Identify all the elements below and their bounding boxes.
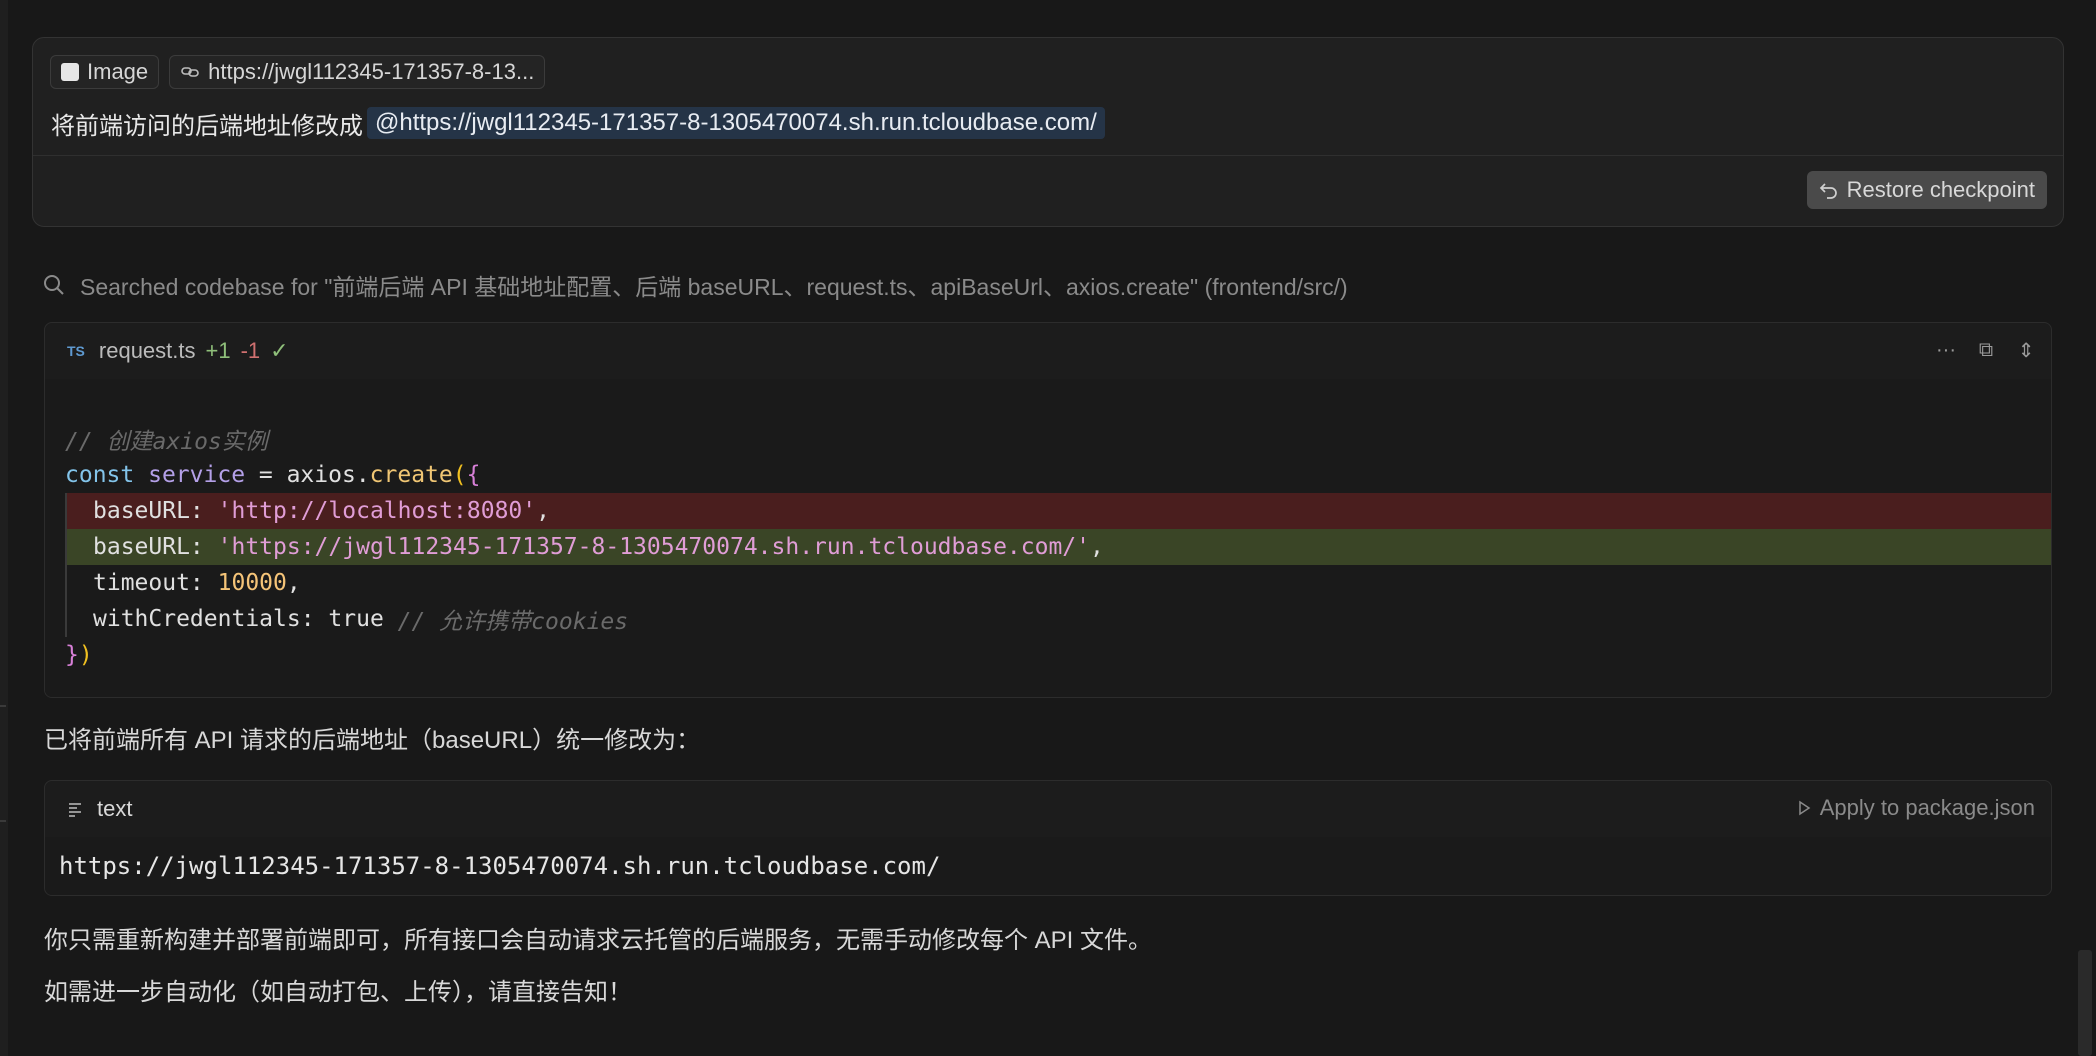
search-text: Searched codebase for "前端后端 API 基础地址配置、后… bbox=[80, 274, 1348, 300]
code-line: timeout: 10000, bbox=[65, 565, 2051, 601]
code-key: baseURL: bbox=[93, 498, 218, 524]
more-icon[interactable]: ··· bbox=[1935, 339, 1957, 361]
code-block-header[interactable]: TS request.ts +1 -1 ✓ bbox=[45, 323, 2051, 379]
left-gutter bbox=[0, 0, 8, 1056]
apply-label: Apply to package.json bbox=[1819, 795, 2035, 820]
expand-icon[interactable]: ⇕ bbox=[2015, 339, 2037, 362]
codebase-search-result[interactable]: Searched codebase for "前端后端 API 基础地址配置、后… bbox=[42, 268, 1348, 302]
code-text: , bbox=[286, 570, 301, 596]
code-text: = axios. bbox=[245, 462, 370, 488]
code-paren: ( bbox=[452, 462, 467, 488]
restore-checkpoint-button[interactable]: Restore checkpoint bbox=[1806, 171, 2047, 209]
response-paragraph: 你只需重新构建并部署前端即可，所有接口会自动请求云托管的后端服务，无需手动修改每… bbox=[44, 927, 1153, 954]
typescript-icon: TS bbox=[67, 343, 85, 359]
context-chips: Image https://jwgl112345-171357-8-13... bbox=[50, 55, 546, 89]
image-chip[interactable]: Image bbox=[50, 55, 160, 89]
divider bbox=[33, 155, 2063, 156]
scrollbar-track[interactable] bbox=[2072, 0, 2096, 1056]
gutter-mark bbox=[0, 820, 6, 822]
apply-button[interactable]: Apply to package.json bbox=[1796, 795, 2035, 821]
image-square-icon bbox=[61, 63, 79, 81]
text-lines-icon bbox=[69, 803, 81, 817]
code-brace: } bbox=[65, 642, 79, 668]
code-key: withCredentials: true bbox=[93, 606, 398, 632]
image-chip-label: Image bbox=[87, 59, 149, 84]
code-variable: service bbox=[148, 462, 246, 488]
code-function: create bbox=[369, 462, 453, 488]
text-code-block: text Apply to package.json https://jwgl1… bbox=[44, 780, 2052, 896]
code-brace: { bbox=[466, 462, 481, 488]
code-number: 10000 bbox=[217, 570, 287, 596]
check-icon: ✓ bbox=[270, 338, 289, 363]
code-string: 'http://localhost:8080' bbox=[217, 498, 537, 524]
code-line-removed: baseURL: 'http://localhost:8080', bbox=[65, 493, 2051, 529]
scrollbar-thumb[interactable] bbox=[2078, 950, 2092, 1056]
text-block-content[interactable]: https://jwgl112345-171357-8-1305470074.s… bbox=[45, 837, 2051, 895]
code-line-added: baseURL: 'https://jwgl112345-171357-8-13… bbox=[65, 529, 2051, 565]
code-body[interactable]: // 创建axios实例 const service = axios. creat… bbox=[45, 379, 2051, 697]
link-icon bbox=[181, 67, 199, 77]
lines-removed: -1 bbox=[240, 338, 261, 363]
code-text: , bbox=[1090, 534, 1104, 560]
code-keyword: const bbox=[65, 462, 135, 488]
code-comment: // 允许携带cookies bbox=[397, 609, 629, 635]
code-key: baseURL: bbox=[93, 534, 218, 560]
text-block-header: text bbox=[45, 781, 2051, 837]
link-chip[interactable]: https://jwgl112345-171357-8-13... bbox=[169, 55, 546, 89]
url-mention[interactable]: @https://jwgl112345-171357-8-1305470074.… bbox=[367, 107, 1105, 139]
response-paragraph: 如需进一步自动化（如自动打包、上传），请直接告知！ bbox=[44, 979, 632, 1006]
code-line: // 创建axios实例 bbox=[45, 421, 2051, 457]
code-diff-block: TS request.ts +1 -1 ✓ ··· ⧉ ⇕ // 创建axios… bbox=[44, 322, 2052, 698]
response-paragraph: 已将前端所有 API 请求的后端地址（baseURL）统一修改为： bbox=[44, 727, 701, 754]
code-text: , bbox=[536, 498, 550, 524]
user-message[interactable]: Image https://jwgl112345-171357-8-13... … bbox=[32, 37, 2064, 227]
play-triangle-icon bbox=[1798, 800, 1811, 816]
code-line: }) bbox=[45, 637, 2051, 673]
code-string: 'https://jwgl112345-171357-8-1305470074.… bbox=[217, 534, 1090, 560]
restore-checkpoint-label: Restore checkpoint bbox=[1846, 177, 2035, 202]
code-line: const service = axios. create({ bbox=[45, 457, 2051, 493]
message-body: 将前端访问的后端地址修改成 bbox=[51, 112, 363, 140]
gutter-mark bbox=[0, 705, 6, 707]
copy-icon[interactable]: ⧉ bbox=[1975, 339, 1997, 361]
code-comment: // 创建axios实例 bbox=[65, 429, 268, 455]
code-paren: ) bbox=[78, 642, 93, 668]
code-line: withCredentials: true // 允许携带cookies bbox=[65, 601, 2051, 637]
message-text: 将前端访问的后端地址修改成 @https://jwgl112345-171357… bbox=[51, 105, 1105, 141]
link-chip-label: https://jwgl112345-171357-8-13... bbox=[208, 59, 535, 84]
text-block-lang: text bbox=[97, 796, 133, 821]
search-icon bbox=[44, 275, 64, 295]
undo-arrow-icon bbox=[1819, 183, 1837, 199]
code-block-actions: ··· ⧉ ⇕ bbox=[1935, 339, 2037, 362]
code-key: timeout: bbox=[93, 570, 218, 596]
file-name[interactable]: request.ts bbox=[99, 338, 196, 364]
lines-added: +1 bbox=[205, 338, 231, 363]
